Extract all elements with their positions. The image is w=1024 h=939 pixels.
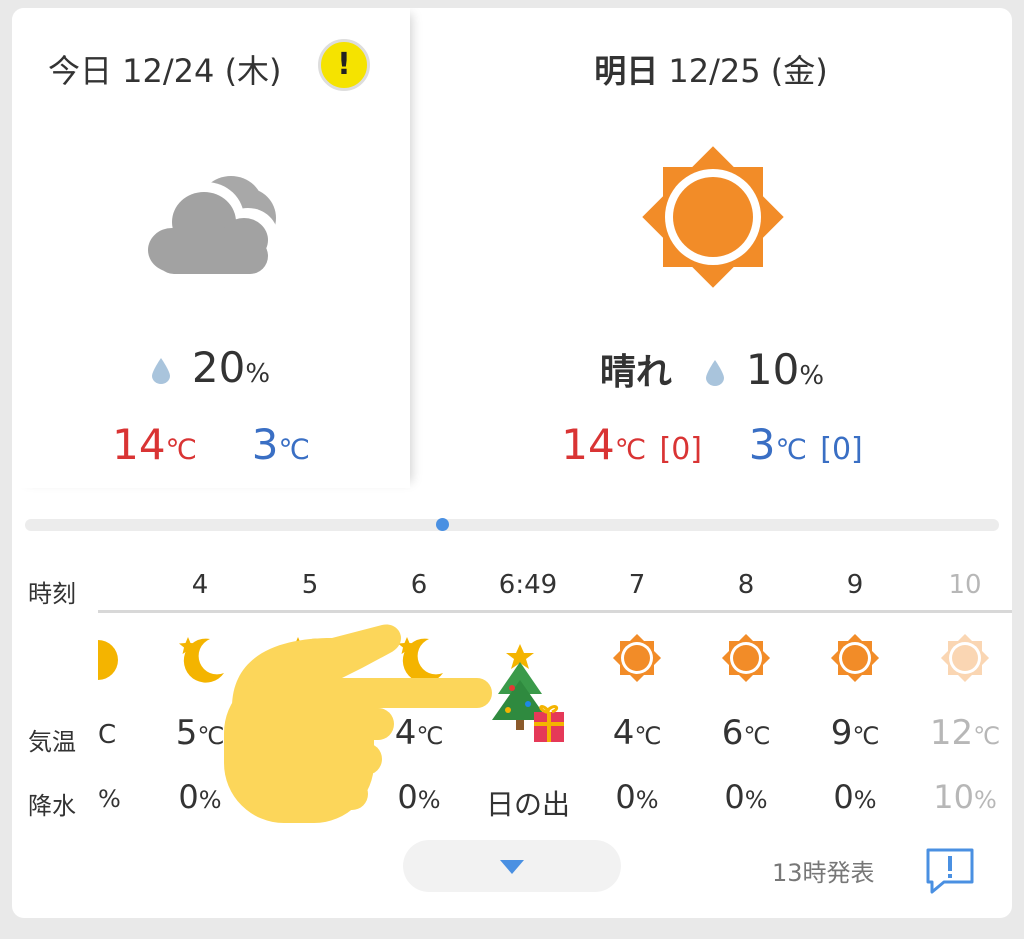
hour-temp: 4℃ bbox=[612, 713, 662, 753]
feedback-icon[interactable] bbox=[924, 846, 976, 896]
issued-time: 13時発表 bbox=[772, 859, 875, 887]
tomorrow-precip-value: 10 bbox=[745, 345, 800, 394]
today-title: 今日 12/24 (木) bbox=[48, 52, 282, 90]
alert-icon[interactable]: ! bbox=[318, 39, 370, 91]
partial-temp: C bbox=[98, 720, 117, 750]
precip-row-label: 降水 bbox=[28, 792, 76, 820]
weather-card: 今日 12/24 (木) ! 20% 14℃ 3℃ 明日 12/25 (金) 晴… bbox=[12, 8, 1012, 918]
tomorrow-temps: 14℃ [0] 3℃ [0] bbox=[412, 420, 1012, 469]
pointing-hand-icon bbox=[224, 624, 492, 823]
hour-time: 4 bbox=[191, 570, 209, 600]
moon-icon bbox=[98, 640, 118, 680]
cloudy-icon bbox=[148, 176, 278, 274]
raindrop-icon bbox=[151, 358, 170, 384]
hourly-scrollbar[interactable] bbox=[25, 519, 999, 531]
temp-row-label: 気温 bbox=[28, 728, 76, 756]
hour-temp: 12℃ bbox=[929, 713, 1001, 753]
hour-temp: 6℃ bbox=[721, 713, 771, 753]
raindrop-icon bbox=[705, 360, 724, 386]
sun-icon bbox=[718, 630, 774, 690]
tomorrow-precip-unit: % bbox=[799, 361, 825, 391]
chevron-down-icon bbox=[500, 860, 524, 874]
partial-precip: % bbox=[98, 785, 121, 813]
sun-icon bbox=[609, 630, 665, 690]
tomorrow-panel[interactable]: 明日 12/25 (金) 晴れ 10% 14℃ [0] 3℃ [0] bbox=[412, 8, 1012, 488]
hour-precip: 0% bbox=[833, 778, 877, 816]
hour-temp: 9℃ bbox=[830, 713, 880, 753]
today-precip-value: 20 bbox=[191, 343, 246, 392]
sun-icon bbox=[827, 630, 883, 690]
tomorrow-low: 3℃ [0] bbox=[748, 420, 863, 469]
expand-button[interactable] bbox=[403, 840, 621, 892]
hour-time: 9 bbox=[846, 570, 864, 600]
hour-precip: 0% bbox=[615, 778, 659, 816]
hour-time: 6:49 bbox=[498, 570, 558, 600]
tomorrow-precip: 晴れ 10% bbox=[412, 343, 1012, 395]
hour-time: 5 bbox=[301, 570, 319, 600]
tomorrow-high: 14℃ [0] bbox=[561, 420, 702, 469]
today-high: 14℃ bbox=[112, 420, 197, 469]
hour-precip: 10% bbox=[933, 778, 997, 816]
sun-icon bbox=[937, 630, 993, 690]
tomorrow-condition: 晴れ bbox=[599, 352, 672, 393]
today-precip-unit: % bbox=[245, 359, 271, 389]
hour-precip: 0% bbox=[724, 778, 768, 816]
hour-time: 6 bbox=[410, 570, 428, 600]
today-low: 3℃ bbox=[251, 420, 310, 469]
sunny-icon bbox=[642, 146, 784, 288]
hour-time: 8 bbox=[737, 570, 755, 600]
time-row-label: 時刻 bbox=[28, 580, 76, 608]
today-temps: 14℃ 3℃ bbox=[12, 420, 410, 469]
hour-time: 10 bbox=[948, 570, 982, 600]
hour-time: 7 bbox=[628, 570, 646, 600]
today-precip: 20% bbox=[12, 343, 410, 392]
today-panel[interactable]: 今日 12/24 (木) ! 20% 14℃ 3℃ bbox=[12, 8, 410, 488]
tomorrow-title: 明日 12/25 (金) bbox=[594, 52, 828, 90]
scroll-position-indicator[interactable] bbox=[436, 518, 449, 531]
